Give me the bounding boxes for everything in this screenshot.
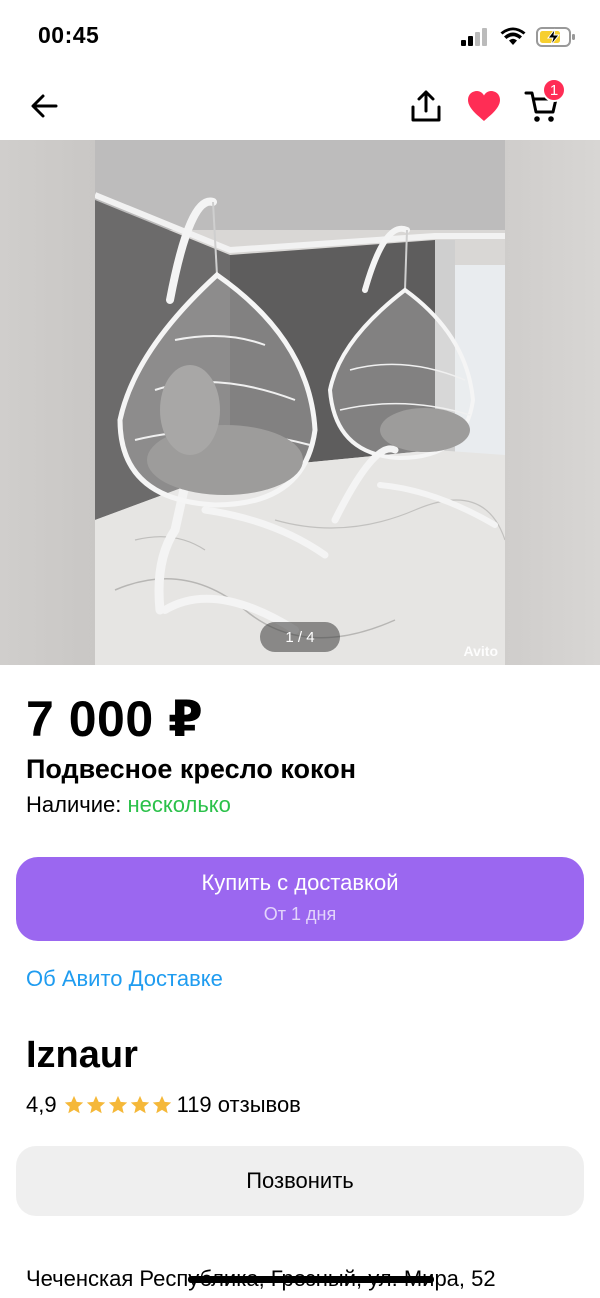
call-button[interactable]: Позвонить [16, 1146, 584, 1216]
status-time: 00:45 [38, 22, 100, 48]
gallery-counter: 1 / 4 [260, 622, 340, 652]
availability-value: несколько [127, 792, 231, 817]
photo-gallery[interactable]: 1 / 4 Avito [0, 140, 600, 665]
nav-bar: 1 [0, 72, 600, 140]
star-icon [86, 1095, 105, 1114]
rating-stars [63, 1094, 173, 1116]
star-icon [108, 1095, 127, 1114]
gallery-blur-right [505, 140, 600, 665]
listing-title: Подвесное кресло кокон [26, 754, 356, 784]
buy-button-sublabel: От 1 дня [263, 904, 337, 924]
rating-value: 4,9 [26, 1092, 57, 1117]
buy-with-delivery-button[interactable]: Купить с доставкой От 1 дня [16, 857, 584, 941]
status-icons [460, 26, 576, 48]
share-icon [411, 90, 441, 122]
cart-button[interactable]: 1 [520, 78, 566, 128]
arrow-left-icon [31, 94, 58, 118]
avito-watermark: Avito [463, 643, 498, 659]
heart-icon [468, 91, 500, 121]
reviews-count: 119 отзывов [176, 1092, 301, 1117]
gallery-blur-left [0, 140, 95, 665]
seller-name[interactable]: Iznaur [26, 1034, 138, 1077]
buy-button-label: Купить с доставкой [201, 870, 399, 895]
address: Чеченская Республика, Грозный, ул. Мира,… [26, 1266, 496, 1292]
star-icon [64, 1095, 83, 1114]
star-icon [152, 1095, 171, 1114]
favorite-button[interactable] [462, 84, 506, 128]
availability: Наличие: несколько [26, 792, 231, 818]
avito-delivery-link[interactable]: Об Авито Доставке [26, 966, 223, 992]
back-button[interactable] [22, 84, 66, 128]
address-redaction [188, 1276, 434, 1283]
seller-rating[interactable]: 4,9 119 отзывов [26, 1092, 301, 1118]
availability-label: Наличие: [26, 792, 122, 817]
share-button[interactable] [404, 84, 448, 128]
battery-icon [536, 27, 575, 47]
wifi-icon [500, 27, 526, 45]
signal-icon [461, 28, 487, 46]
price: 7 000 ₽ [26, 691, 204, 747]
star-icon [130, 1095, 149, 1114]
status-bar: 00:45 [0, 0, 600, 72]
product-photo [95, 140, 505, 665]
cart-badge: 1 [542, 78, 566, 102]
